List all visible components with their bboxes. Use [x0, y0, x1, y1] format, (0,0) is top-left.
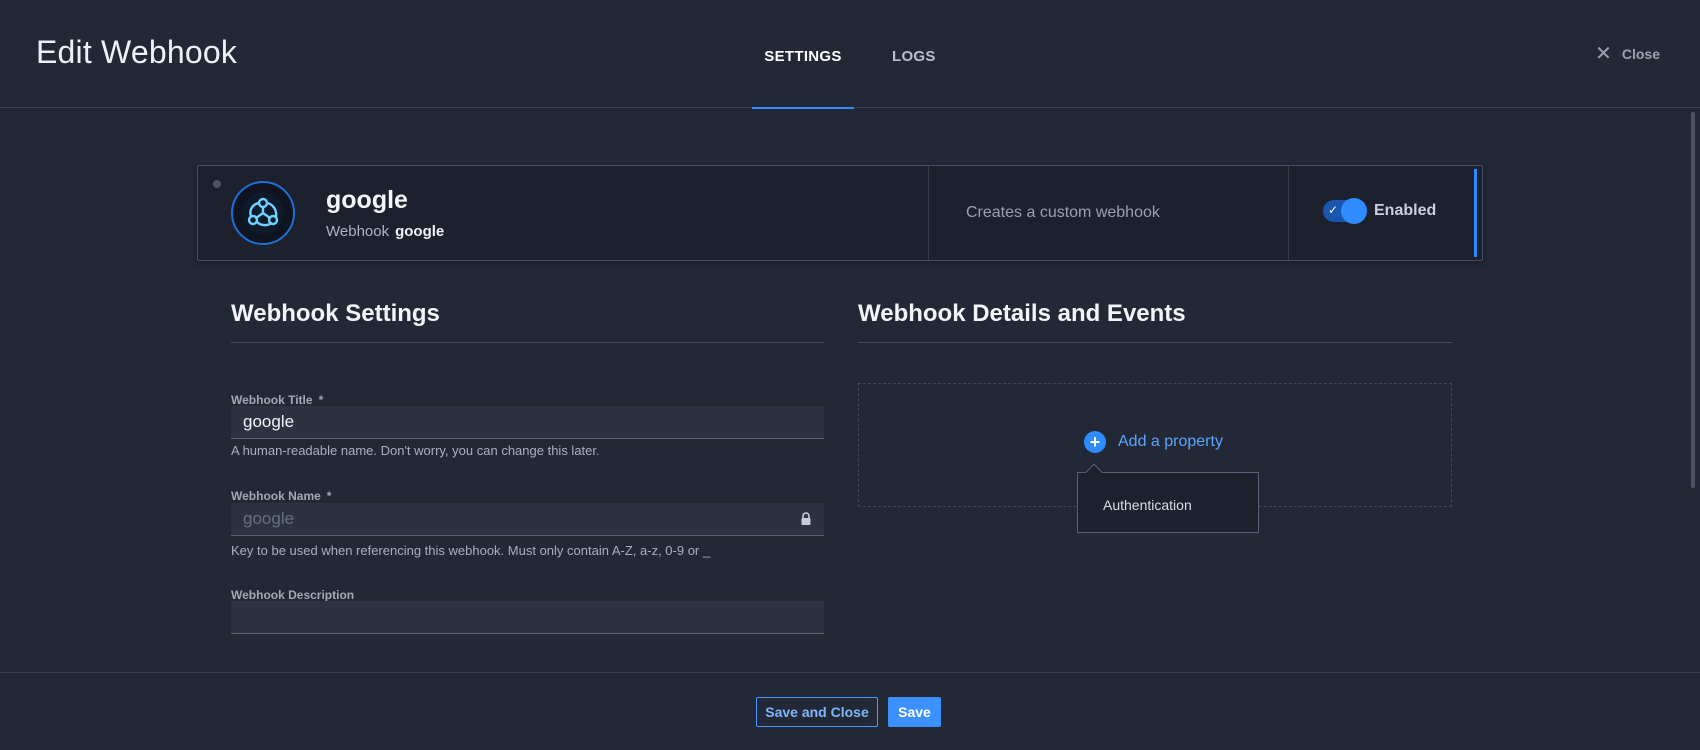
webhook-name: google — [326, 186, 408, 214]
page-title: Edit Webhook — [36, 34, 238, 70]
check-icon: ✓ — [1328, 203, 1339, 217]
webhook-name-input[interactable]: google — [231, 503, 824, 536]
tab-bar: SETTINGS LOGS — [752, 0, 950, 109]
settings-section-title: Webhook Settings — [231, 300, 440, 327]
webhook-card: google Webhook google Creates a custom we… — [197, 165, 1483, 261]
save-button[interactable]: Save — [888, 697, 941, 727]
webhook-name-value: google — [243, 509, 295, 528]
close-button[interactable]: ✕ Close — [1595, 44, 1660, 64]
webhook-subtitle: Webhook google — [326, 223, 444, 240]
webhook-subtitle-name: google — [395, 223, 445, 240]
add-property-menu: Authentication — [1077, 463, 1259, 533]
webhook-description-input[interactable] — [231, 601, 824, 634]
add-property-label: Add a property — [1118, 433, 1223, 450]
webhook-description: Creates a custom webhook — [966, 204, 1160, 221]
close-icon: ✕ — [1595, 43, 1612, 65]
webhook-title-label: Webhook Title * — [231, 393, 323, 407]
enabled-toggle[interactable]: ✓ — [1323, 198, 1367, 224]
webhook-name-label-text: Webhook Name — [231, 489, 321, 503]
webhook-subtitle-prefix: Webhook — [326, 223, 390, 240]
save-and-close-button[interactable]: Save and Close — [756, 697, 878, 727]
card-divider — [1288, 166, 1289, 260]
webhook-title-label-text: Webhook Title — [231, 393, 313, 407]
drag-handle-dot — [213, 180, 221, 188]
menu-item-authentication[interactable]: Authentication — [1103, 497, 1192, 513]
webhook-description-label: Webhook Description — [231, 588, 355, 602]
required-mark: * — [318, 393, 324, 407]
add-property-button[interactable]: + Add a property — [1084, 431, 1223, 453]
webhook-title-hint: A human-readable name. Don't worry, you … — [231, 443, 600, 458]
close-label: Close — [1621, 46, 1660, 62]
toggle-knob — [1341, 198, 1367, 224]
details-section-title: Webhook Details and Events — [858, 300, 1186, 327]
footer-divider — [0, 672, 1700, 673]
section-divider — [858, 342, 1452, 343]
tab-settings[interactable]: SETTINGS — [752, 0, 854, 109]
webhook-title-input[interactable]: google — [231, 406, 824, 439]
card-accent-bar — [1474, 169, 1477, 257]
header: Edit Webhook SETTINGS LOGS ✕ Close — [0, 0, 1700, 109]
webhook-name-label: Webhook Name * — [231, 489, 331, 503]
section-divider — [231, 342, 824, 343]
required-mark: * — [326, 489, 332, 503]
tab-logs[interactable]: LOGS — [878, 0, 950, 108]
plus-icon: + — [1084, 431, 1106, 453]
webhook-logo-icon — [231, 181, 295, 245]
card-divider — [928, 166, 929, 260]
enabled-label: Enabled — [1374, 202, 1437, 219]
scrollbar[interactable] — [1691, 112, 1695, 488]
webhook-name-hint: Key to be used when referencing this web… — [231, 543, 711, 558]
lock-icon — [801, 512, 811, 525]
